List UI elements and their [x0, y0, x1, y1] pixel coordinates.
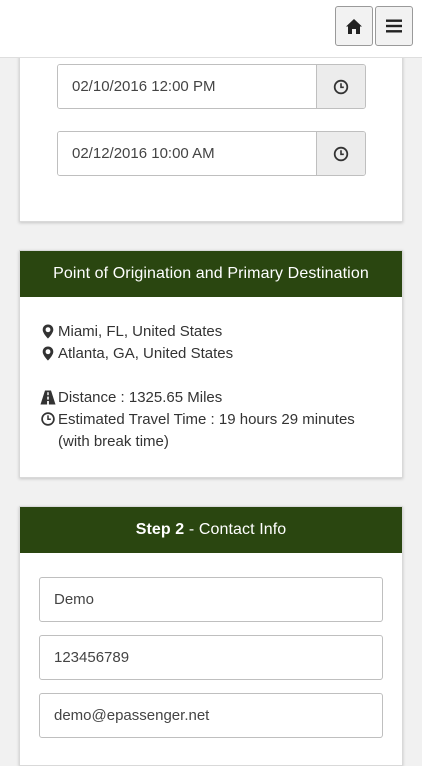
- trip-dates-card: [19, 40, 403, 222]
- clock-icon: [333, 79, 349, 94]
- phone-field[interactable]: [39, 635, 383, 680]
- travel-time-row: Estimated Travel Time : 19 hours 29 minu…: [40, 409, 382, 453]
- travel-time-text: Estimated Travel Time : 19 hours 29 minu…: [58, 411, 355, 450]
- return-time-picker-button[interactable]: [316, 132, 365, 175]
- clock-icon: [40, 409, 56, 426]
- clock-icon: [333, 146, 349, 161]
- return-datetime-group: [57, 131, 366, 176]
- menu-button[interactable]: [375, 6, 413, 46]
- home-icon: [346, 18, 362, 34]
- contact-info-card: Step 2 - Contact Info: [19, 506, 403, 766]
- road-icon: [40, 387, 56, 405]
- contact-card-header: Step 2 - Contact Info: [20, 507, 402, 553]
- route-card: Point of Origination and Primary Destina…: [19, 250, 403, 478]
- map-marker-icon: [40, 321, 56, 339]
- route-card-header: Point of Origination and Primary Destina…: [20, 251, 402, 297]
- route-details: Miami, FL, United States Atlanta, GA, Un…: [20, 297, 402, 453]
- pickup-time-picker-button[interactable]: [316, 65, 365, 108]
- origin-location: Miami, FL, United States: [58, 323, 223, 340]
- email-field[interactable]: [39, 693, 383, 738]
- pickup-datetime-input[interactable]: [58, 65, 316, 108]
- route-card-title: Point of Origination and Primary Destina…: [53, 265, 369, 282]
- distance-text: Distance : 1325.65 Miles: [58, 389, 223, 406]
- top-navbar: [0, 0, 422, 58]
- step-title: - Contact Info: [184, 521, 287, 538]
- home-button[interactable]: [335, 6, 373, 46]
- return-datetime-input[interactable]: [58, 132, 316, 175]
- name-field[interactable]: [39, 577, 383, 622]
- distance-row: Distance : 1325.65 Miles: [40, 387, 382, 409]
- hamburger-menu-icon: [386, 19, 402, 33]
- origin-row: Miami, FL, United States: [40, 321, 382, 343]
- destination-location: Atlanta, GA, United States: [58, 345, 234, 362]
- pickup-datetime-group: [57, 64, 366, 109]
- map-marker-icon: [40, 343, 56, 361]
- destination-row: Atlanta, GA, United States: [40, 343, 382, 365]
- step-number-label: Step 2: [135, 521, 185, 538]
